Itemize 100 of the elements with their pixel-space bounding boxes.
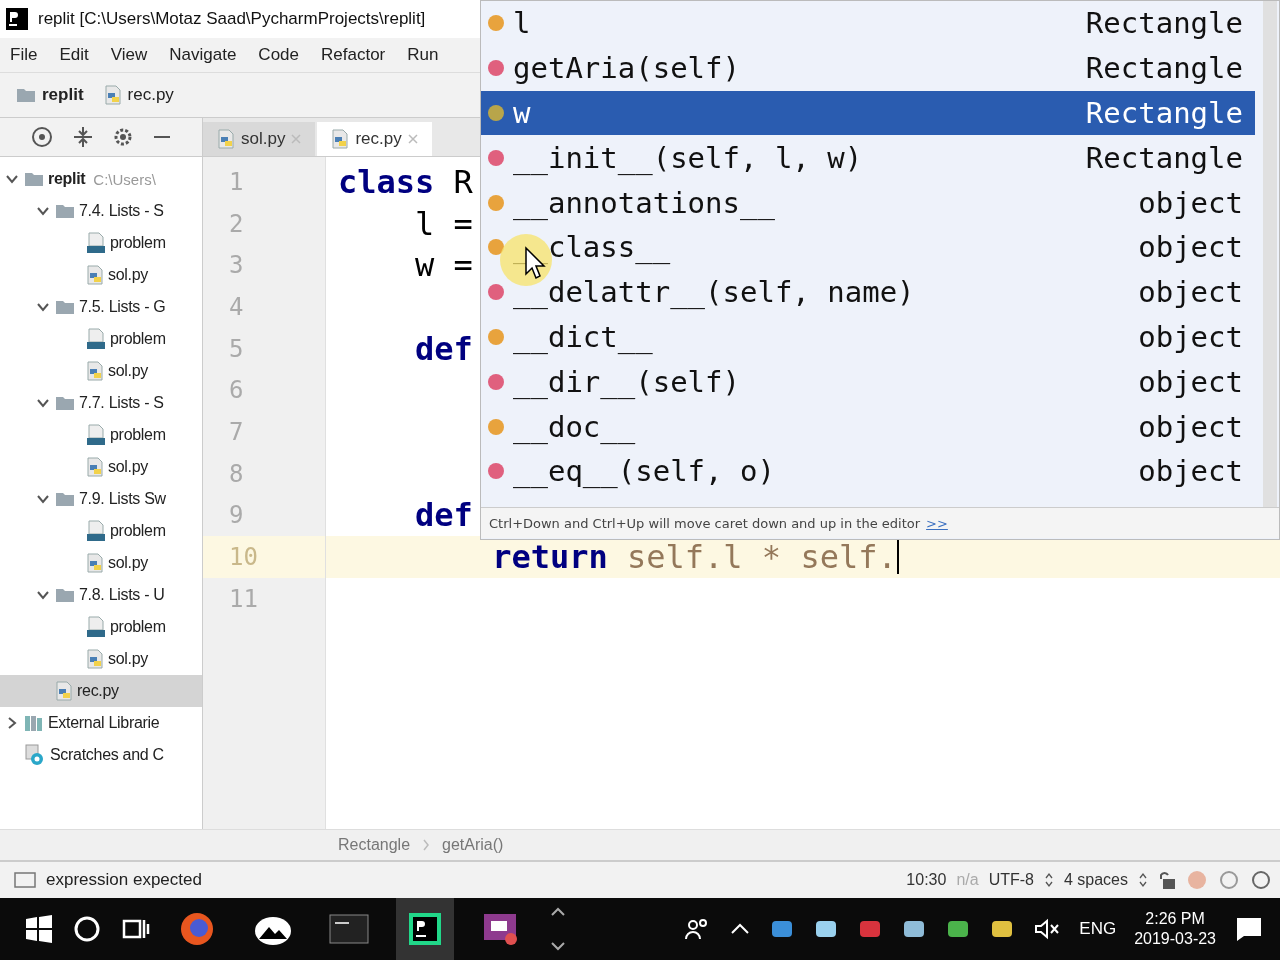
completion-item[interactable]: __doc__ object — [481, 404, 1255, 449]
python-file-icon — [331, 129, 350, 149]
tree-item[interactable]: External Librarie — [48, 714, 160, 732]
line-number: 2 — [229, 209, 244, 238]
python-file-icon — [86, 457, 104, 477]
breadcrumb-item[interactable]: getAria() — [442, 836, 504, 854]
breadcrumb-link[interactable]: rec.py — [127, 85, 174, 105]
tree-item[interactable]: sol.py — [108, 362, 148, 380]
language-indicator[interactable]: ENG — [1079, 919, 1117, 939]
cursor-position[interactable]: 10:30 — [906, 871, 947, 889]
library-icon — [24, 714, 44, 732]
line-number: 9 — [229, 501, 244, 530]
field-symbol-icon — [487, 193, 505, 212]
tree-item[interactable]: problem — [110, 618, 166, 636]
window-title: replit [C:\Users\Motaz Saad\PycharmProjects\replit] — [38, 9, 426, 29]
method-symbol-icon — [487, 372, 505, 391]
menu-item[interactable]: Edit — [59, 45, 89, 65]
hint-link[interactable]: >> — [926, 515, 948, 531]
completion-item[interactable]: w Rectangle — [481, 90, 1255, 136]
menu-item[interactable]: File — [10, 45, 38, 65]
variable-symbol-icon — [487, 104, 505, 122]
tree-item[interactable]: 7.8. Lists - U — [79, 586, 165, 604]
breadcrumb-link[interactable]: replit — [42, 85, 84, 105]
breadcrumb-item[interactable]: Rectangle — [338, 836, 411, 854]
editor-tab[interactable]: sol.py — [203, 122, 316, 156]
collapse-icon[interactable] — [72, 125, 94, 149]
text-file-icon — [86, 616, 106, 638]
completion-item[interactable]: __annotations__ object — [481, 180, 1255, 225]
menu-item[interactable]: Navigate — [169, 45, 237, 65]
text-file-icon — [86, 328, 106, 350]
app-logo-icon — [6, 8, 28, 30]
search-circle-icon[interactable] — [72, 914, 102, 944]
completion-item[interactable]: l Rectangle — [481, 1, 1255, 46]
panel-toggle-icon[interactable] — [14, 871, 36, 889]
folder-icon — [24, 171, 44, 187]
field-symbol-icon — [487, 327, 505, 346]
hint-text: Ctrl+Down and Ctrl+Up will move caret down and up in the editor — [489, 515, 921, 531]
clock-date[interactable]: 2019-03-23 — [1134, 930, 1216, 948]
updown-icon — [1043, 872, 1054, 888]
terminal-icon[interactable] — [329, 913, 369, 945]
python-file-icon — [86, 649, 104, 669]
tree-item[interactable]: sol.py — [108, 554, 148, 572]
field-symbol-icon — [487, 417, 505, 436]
editor-tab[interactable]: rec.py — [317, 122, 432, 156]
tree-item[interactable]: sol.py — [108, 266, 148, 284]
tree-item[interactable]: 7.9. Lists Sw — [79, 490, 166, 508]
tree-item[interactable]: replit — [48, 170, 86, 188]
tree-item[interactable]: problem — [110, 426, 166, 444]
tree-item[interactable]: sol.py — [108, 458, 148, 476]
completion-item[interactable]: __eq__(self, o) object — [481, 448, 1255, 494]
tree-item[interactable]: sol.py — [108, 650, 148, 668]
tree-row-selected[interactable]: rec.py — [0, 675, 202, 707]
line-number: 8 — [229, 459, 244, 488]
folder-icon — [55, 587, 75, 603]
indent-selector[interactable]: 4 spaces — [1063, 871, 1128, 889]
completion-item[interactable]: getAria(self) Rectangle — [481, 45, 1255, 91]
menu-item[interactable]: Refactor — [321, 45, 386, 65]
clock-time[interactable]: 2:26 PM — [1145, 910, 1205, 928]
completion-item[interactable]: __dir__(self) object — [481, 359, 1255, 405]
menu-item[interactable]: View — [110, 45, 148, 65]
code-line: l = — [414, 207, 473, 240]
target-icon[interactable] — [30, 125, 54, 149]
method-symbol-icon — [487, 462, 505, 481]
folder-icon — [55, 299, 75, 315]
python-file-icon — [103, 85, 122, 105]
completion-item[interactable]: __delattr__(self, name) object — [481, 269, 1255, 315]
completion-item[interactable]: __dict__ object — [481, 314, 1255, 360]
tree-item[interactable]: 7.7. Lists - S — [79, 394, 164, 412]
line-number: 11 — [229, 584, 258, 613]
tree-item[interactable]: 7.5. Lists - G — [79, 298, 166, 316]
speaker-muted-icon[interactable] — [1033, 917, 1062, 941]
pycharm-icon[interactable] — [407, 911, 443, 947]
firefox-icon[interactable] — [179, 911, 215, 947]
python-file-icon — [86, 265, 104, 285]
lock-icon[interactable] — [1158, 870, 1176, 890]
line-number: 5 — [229, 334, 244, 363]
python-file-icon — [86, 361, 104, 381]
windows-start-icon[interactable] — [24, 914, 54, 944]
field-symbol-icon — [487, 238, 505, 257]
code-line: return self.l * self. — [491, 541, 897, 574]
tree-item[interactable]: rec.py — [77, 682, 119, 700]
completion-item[interactable]: __class__ object — [481, 225, 1255, 270]
python-file-icon — [55, 681, 73, 701]
updown-icon — [1138, 872, 1148, 888]
folder-icon — [16, 87, 36, 103]
settings-icon[interactable] — [112, 126, 134, 148]
tree-item[interactable]: problem — [110, 234, 166, 252]
status-message: expression expected — [46, 870, 202, 890]
tree-item[interactable]: 7.4. Lists - S — [79, 202, 164, 220]
code-line: def — [414, 499, 473, 532]
tree-item[interactable]: problem — [110, 330, 166, 348]
tree-item[interactable]: Scratches and C — [50, 746, 164, 764]
line-number: 6 — [229, 376, 244, 405]
menu-item[interactable]: Code — [258, 45, 299, 65]
tree-item[interactable]: problem — [110, 522, 166, 540]
encoding-selector[interactable]: UTF-8 — [988, 871, 1034, 889]
menu-item[interactable]: Run — [407, 45, 439, 65]
completion-item[interactable]: __init__(self, l, w) Rectangle — [481, 135, 1255, 181]
scrollbar[interactable] — [1263, 1, 1277, 507]
code-line: class R — [338, 165, 473, 198]
